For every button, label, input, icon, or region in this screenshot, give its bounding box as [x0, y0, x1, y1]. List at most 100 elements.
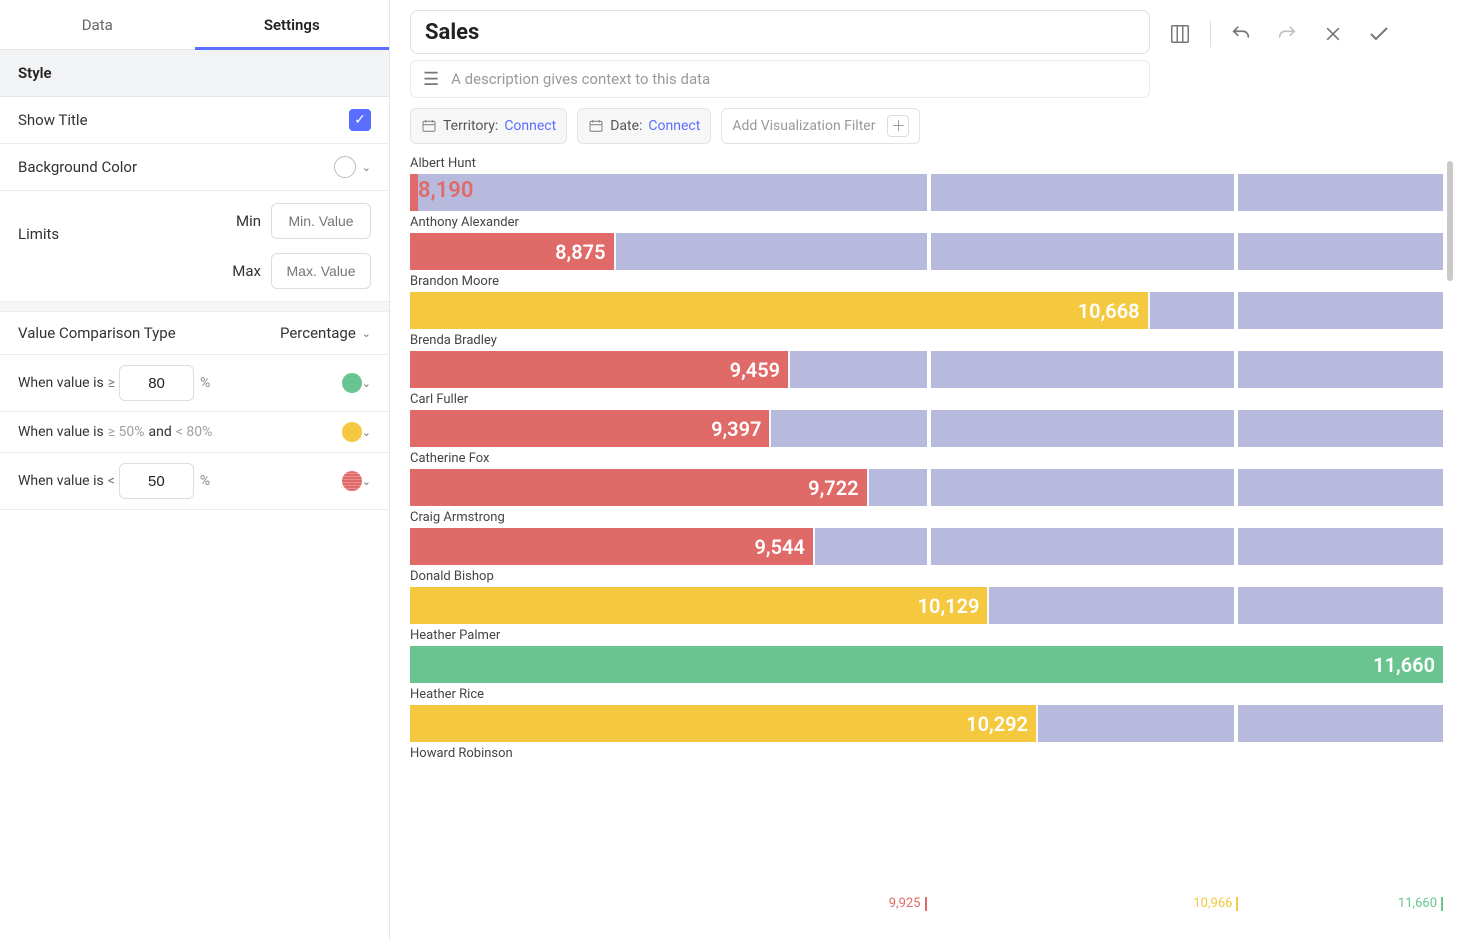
- input-limit-max[interactable]: [271, 253, 371, 289]
- axis-value-80: 10,966: [1193, 896, 1232, 911]
- bar-track[interactable]: 9,397: [410, 410, 1443, 447]
- chart-axis: 9,925 10,966 11,660: [410, 894, 1443, 930]
- row-comparison-type[interactable]: Value Comparison Type Percentage ⌄: [0, 312, 389, 355]
- rule-high-color[interactable]: [342, 373, 362, 393]
- label-show-title: Show Title: [18, 111, 349, 129]
- rule-mid-color-chev-icon[interactable]: ⌄: [362, 426, 371, 439]
- bar-fill: 8,875: [410, 233, 614, 270]
- tab-settings[interactable]: Settings: [195, 0, 390, 49]
- rule-low: When value is < % ⌄: [0, 453, 389, 510]
- input-rule-low[interactable]: [119, 463, 194, 499]
- bar-label: Albert Hunt: [410, 156, 1443, 171]
- bar-track[interactable]: 9,722: [410, 469, 1443, 506]
- rule-high-pct: %: [200, 375, 210, 391]
- rule-mid-and: and: [149, 424, 172, 440]
- bar-fill: 9,544: [410, 528, 813, 565]
- rule-mid-op2: < 80%: [176, 424, 213, 440]
- bar-track[interactable]: 10,292: [410, 705, 1443, 742]
- chart-body: Albert Hunt 8,190 Anthony Alexander 8,875 Br…: [410, 156, 1443, 892]
- main: Sales ☰ A description gives context to t…: [390, 0, 1467, 940]
- rule-low-color-chev-icon[interactable]: ⌄: [362, 475, 371, 488]
- calendar-link-icon: [588, 118, 604, 134]
- bar-fill: 10,668: [410, 292, 1148, 329]
- page-title: Sales: [425, 20, 479, 45]
- label-min: Min: [236, 212, 261, 230]
- label-max: Max: [232, 262, 261, 280]
- bar-fill: 9,722: [410, 469, 867, 506]
- tab-data[interactable]: Data: [0, 0, 195, 49]
- label-limits: Limits: [18, 203, 232, 243]
- input-rule-high[interactable]: [119, 365, 194, 401]
- axis-mark-100: 11,660: [1398, 896, 1443, 911]
- bar-row: Donald Bishop10,129: [410, 569, 1443, 624]
- bar-label: Anthony Alexander: [410, 215, 1443, 230]
- chart-area: Albert Hunt 8,190 Anthony Alexander 8,875 Br…: [410, 156, 1453, 930]
- scrollbar[interactable]: [1447, 161, 1453, 281]
- bar-row: Albert Hunt 8,190: [410, 156, 1443, 211]
- add-visualization-filter[interactable]: Add Visualization Filter ＋: [721, 108, 920, 144]
- checkbox-show-title[interactable]: ✓: [349, 109, 371, 131]
- input-limit-min[interactable]: [271, 203, 371, 239]
- rule-low-prefix: When value is: [18, 473, 104, 489]
- bar-row: Catherine Fox 9,722: [410, 451, 1443, 506]
- rule-high: When value is ≥ % ⌄: [0, 355, 389, 412]
- bar-track[interactable]: 8,875: [410, 233, 1443, 270]
- bar-track[interactable]: 11,660: [410, 646, 1443, 683]
- filter-date-action: Connect: [648, 118, 700, 134]
- rule-mid-color[interactable]: [342, 422, 362, 442]
- calendar-link-icon: [421, 118, 437, 134]
- sidebar-tabs: Data Settings: [0, 0, 389, 50]
- bar-track[interactable]: 10,668: [410, 292, 1443, 329]
- rule-mid-op1: ≥ 50%: [108, 424, 145, 440]
- bar-label: Heather Rice: [410, 687, 1443, 702]
- bar-track[interactable]: 9,459: [410, 351, 1443, 388]
- description-placeholder: A description gives context to this data: [451, 70, 710, 88]
- toolbar: [1164, 10, 1395, 54]
- redo-icon[interactable]: [1271, 14, 1303, 54]
- bar-label: Craig Armstrong: [410, 510, 1443, 525]
- bar-track[interactable]: 9,544: [410, 528, 1443, 565]
- toolbar-separator: [1210, 21, 1211, 47]
- bar-row: Howard Robinson: [410, 746, 1443, 761]
- axis-value-50: 9,925: [889, 896, 921, 911]
- bar-label: Heather Palmer: [410, 628, 1443, 643]
- rule-low-color[interactable]: [342, 471, 362, 491]
- undo-icon[interactable]: [1225, 14, 1257, 54]
- bar-track[interactable]: 10,129: [410, 587, 1443, 624]
- rule-high-color-chev-icon[interactable]: ⌄: [362, 377, 371, 390]
- label-comparison: Value Comparison Type: [18, 324, 280, 342]
- bar-row: Anthony Alexander 8,875: [410, 215, 1443, 270]
- description-input[interactable]: ☰ A description gives context to this da…: [410, 60, 1150, 98]
- filter-territory-action: Connect: [504, 118, 556, 134]
- bar-label: Catherine Fox: [410, 451, 1443, 466]
- rule-high-prefix: When value is: [18, 375, 104, 391]
- bgcolor-swatch[interactable]: [334, 156, 356, 178]
- grid-icon[interactable]: [1164, 14, 1196, 54]
- bgcolor-chevron-icon[interactable]: ⌄: [362, 161, 371, 174]
- axis-value-100: 11,660: [1398, 896, 1437, 911]
- title-input[interactable]: Sales: [410, 10, 1150, 54]
- bar-track[interactable]: 8,190: [410, 174, 1443, 211]
- add-filter-label: Add Visualization Filter: [732, 118, 875, 134]
- check-icon[interactable]: [1363, 14, 1395, 54]
- filter-date-label: Date:: [610, 118, 642, 134]
- bar-fill: 11,660: [410, 646, 1443, 683]
- row-show-title: Show Title ✓: [0, 97, 389, 144]
- bar-label: Brenda Bradley: [410, 333, 1443, 348]
- row-bgcolor: Background Color ⌄: [0, 144, 389, 191]
- sidebar-gap: [0, 302, 389, 312]
- app-root: Data Settings Style Show Title ✓ Backgro…: [0, 0, 1467, 940]
- bar-label: Carl Fuller: [410, 392, 1443, 407]
- close-icon[interactable]: [1317, 14, 1349, 54]
- bar-fill: 9,459: [410, 351, 788, 388]
- rule-low-op: <: [108, 473, 115, 489]
- plus-icon: ＋: [887, 115, 909, 137]
- section-style: Style: [0, 50, 389, 97]
- rule-low-pct: %: [200, 473, 210, 489]
- filter-date[interactable]: Date: Connect: [577, 108, 711, 144]
- chevron-down-icon[interactable]: ⌄: [362, 327, 371, 340]
- filter-bar: Territory: Connect Date: Connect Add Vis…: [410, 108, 1453, 144]
- bar-row: Brandon Moore10,668: [410, 274, 1443, 329]
- topbar: Sales ☰ A description gives context to t…: [410, 10, 1453, 98]
- filter-territory[interactable]: Territory: Connect: [410, 108, 567, 144]
